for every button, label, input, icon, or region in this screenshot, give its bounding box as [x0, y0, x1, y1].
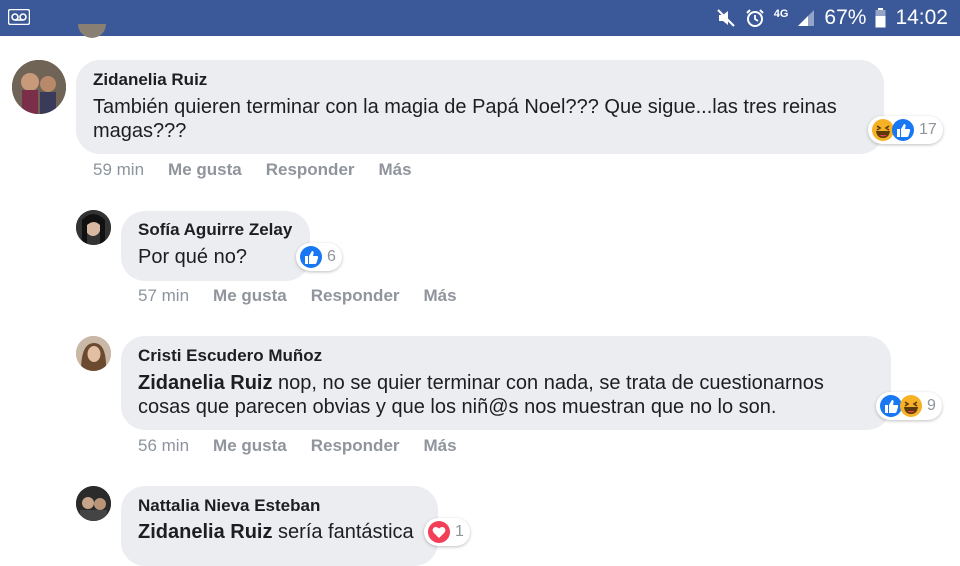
avatar[interactable]	[76, 486, 111, 521]
like-icon	[299, 245, 323, 269]
reaction-summary[interactable]: 1	[424, 518, 470, 546]
comment-time: 56 min	[138, 436, 190, 455]
comment-text: Zidanelia Ruiz sería fantástica	[138, 520, 414, 544]
more-button[interactable]: Más	[379, 160, 412, 180]
comment-body: También quieren terminar con la magia de…	[93, 96, 837, 142]
haha-icon	[899, 394, 923, 418]
clock: 14:02	[895, 6, 948, 29]
comment-author[interactable]: Cristi Escudero Muñoz	[138, 346, 322, 366]
like-button[interactable]: Me gusta	[213, 436, 287, 456]
comment-actions: 57 min Me gusta Responder Más	[138, 286, 481, 306]
comment-mention[interactable]: Zidanelia Ruiz	[138, 372, 272, 394]
avatar[interactable]	[76, 336, 111, 371]
like-button[interactable]: Me gusta	[213, 286, 287, 306]
comment-text: También quieren terminar con la magia de…	[93, 95, 873, 143]
reaction-count: 9	[927, 397, 936, 414]
reaction-count: 17	[919, 121, 937, 138]
alarm-icon	[745, 8, 765, 28]
more-button[interactable]: Más	[424, 436, 457, 456]
comment-author[interactable]: Nattalia Nieva Esteban	[138, 496, 320, 516]
status-bar: 4G 67% 14:02	[0, 0, 960, 36]
avatar[interactable]	[76, 210, 111, 245]
comment-time: 59 min	[93, 160, 145, 179]
reply-button[interactable]: Responder	[311, 436, 400, 456]
comment-body: Por qué no?	[138, 246, 247, 268]
like-button[interactable]: Me gusta	[168, 160, 242, 180]
comment-author[interactable]: Sofía Aguirre Zelay	[138, 220, 292, 240]
network-type: 4G	[773, 8, 789, 20]
mute-icon	[716, 8, 736, 28]
like-icon	[891, 118, 915, 142]
battery-percent: 67%	[824, 6, 867, 29]
reaction-count: 1	[455, 523, 464, 540]
comment-actions: 56 min Me gusta Responder Más	[138, 436, 481, 456]
reaction-count: 6	[327, 248, 336, 265]
comment-time: 57 min	[138, 286, 190, 305]
reply-button[interactable]: Responder	[311, 286, 400, 306]
signal-icon	[797, 9, 815, 27]
reaction-summary[interactable]: 9	[876, 392, 942, 420]
more-button[interactable]: Más	[424, 286, 457, 306]
love-icon	[427, 520, 451, 544]
avatar[interactable]	[12, 60, 66, 114]
reaction-summary[interactable]: 6	[296, 243, 342, 271]
voicemail-icon	[7, 8, 31, 30]
comment-author[interactable]: Zidanelia Ruiz	[93, 70, 207, 90]
comment-actions: 59 min Me gusta Responder Más	[93, 160, 436, 180]
reply-button[interactable]: Responder	[266, 160, 355, 180]
comment-text: Zidanelia Ruiz nop, no se quier terminar…	[138, 371, 878, 419]
reaction-summary[interactable]: 17	[868, 116, 943, 144]
comment-text: Por qué no?	[138, 245, 247, 269]
battery-icon	[875, 8, 886, 28]
